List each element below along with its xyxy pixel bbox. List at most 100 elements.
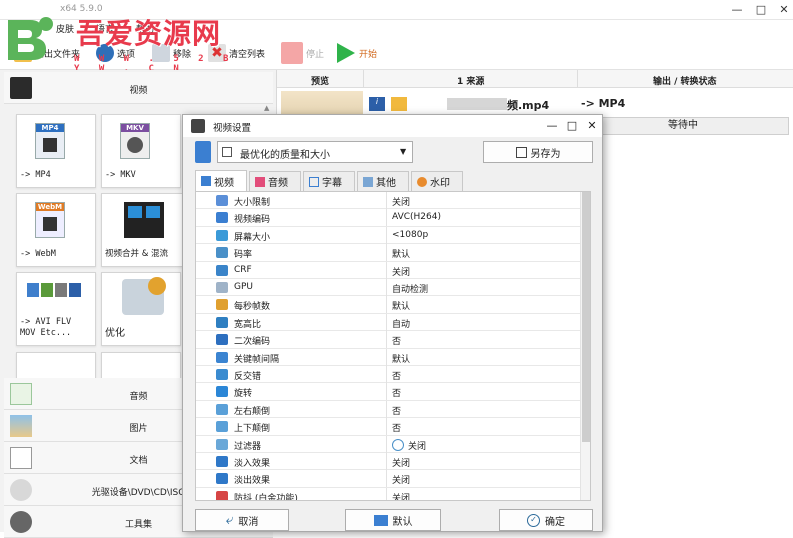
info-icon[interactable]: i xyxy=(369,97,385,111)
off-icon xyxy=(392,438,404,451)
default-label: 默认 xyxy=(392,516,413,528)
setting-row[interactable]: 左右颠倒 否 xyxy=(196,400,580,419)
tab-subtitle[interactable]: 字幕 xyxy=(303,171,355,191)
setting-row[interactable]: 屏幕大小 <1080p xyxy=(196,226,580,245)
dialog-close-button[interactable]: ✕ xyxy=(583,118,601,134)
menu-item-skin[interactable]: 皮肤 xyxy=(56,22,74,35)
setting-row[interactable]: 二次编码 否 xyxy=(196,331,580,349)
category-video[interactable]: 视频 xyxy=(4,72,273,104)
setting-row[interactable]: 视频编码 AVC(H264) xyxy=(196,209,580,227)
setting-value[interactable]: 默认 xyxy=(392,299,410,312)
setting-row[interactable]: 淡出效果 关闭 xyxy=(196,470,580,488)
setting-value[interactable]: 默认 xyxy=(392,352,410,365)
setting-key: 防抖 (白金功能) xyxy=(234,493,298,501)
setting-value[interactable]: 否 xyxy=(392,369,401,382)
tile-merge[interactable]: 视频合并 & 混流 xyxy=(101,193,183,267)
tile-mkv[interactable]: MKV -> MKV xyxy=(101,114,181,188)
ok-button[interactable]: ✓ 确定 xyxy=(499,509,593,531)
maximize-button[interactable]: □ xyxy=(750,2,772,18)
setting-value[interactable]: 关闭 xyxy=(392,265,410,278)
default-button[interactable]: 默认 xyxy=(345,509,441,531)
mp4-icon: MP4 xyxy=(35,123,65,159)
mkv-icon: MKV xyxy=(120,123,150,159)
setting-value[interactable]: 关闭 xyxy=(392,473,410,486)
menu-item-help[interactable]: 帮助 xyxy=(136,22,154,35)
webm-icon: WebM xyxy=(35,202,65,238)
setting-value[interactable]: 否 xyxy=(392,386,401,399)
cancel-button[interactable]: ⤶ 取消 xyxy=(195,509,289,531)
output-folder-button[interactable]: 输出文件夹 xyxy=(14,42,80,64)
setting-row[interactable]: 关键帧间隔 默认 xyxy=(196,348,580,366)
setting-value[interactable]: 关闭 xyxy=(392,491,410,500)
clear-list-button[interactable]: ✖ 清空列表 xyxy=(208,42,265,64)
tab-watermark[interactable]: 水印 xyxy=(411,171,463,191)
dialog-minimize-button[interactable]: — xyxy=(543,118,561,134)
stop-button[interactable]: 停止 xyxy=(281,42,324,64)
dialog-maximize-button[interactable]: □ xyxy=(563,118,581,134)
close-button[interactable]: ✕ xyxy=(773,2,793,18)
setting-value[interactable]: 自动 xyxy=(392,317,410,330)
setting-row[interactable]: 上下颠倒 否 xyxy=(196,418,580,436)
setting-value[interactable]: 否 xyxy=(392,404,401,417)
setting-row[interactable]: 大小限制 关闭 xyxy=(196,192,580,210)
preset-select[interactable]: 最优化的质量和大小 ▼ xyxy=(217,141,413,163)
file-source-name: 频.mp4 xyxy=(507,99,550,112)
setting-row[interactable]: 旋转 否 xyxy=(196,383,580,401)
setting-value[interactable]: 否 xyxy=(392,334,401,347)
status-text: 等待中 xyxy=(668,120,698,131)
setting-key: 大小限制 xyxy=(234,198,271,208)
setting-row[interactable]: 每秒帧数 默认 xyxy=(196,296,580,314)
scroll-up-icon[interactable]: ▲ xyxy=(264,104,269,112)
menu-bar: 任务 皮肤 语言 帮助 xyxy=(0,20,793,36)
video-settings-dialog: 视频设置 — □ ✕ 最优化的质量和大小 ▼ 另存为 视频 音频 字幕 其他 水… xyxy=(182,114,603,532)
tab-other[interactable]: 其他 xyxy=(357,171,409,191)
setting-row[interactable]: 防抖 (白金功能) 关闭 xyxy=(196,487,580,501)
setting-key: 宽高比 xyxy=(234,319,262,330)
tile-avi[interactable]: -> AVI FLV MOV Etc... xyxy=(16,272,96,346)
open-folder-icon[interactable] xyxy=(391,97,407,111)
setting-row[interactable]: 淡入效果 关闭 xyxy=(196,453,580,471)
tab-audio[interactable]: 音频 xyxy=(249,171,301,191)
tile-optimize[interactable]: 优化 xyxy=(101,272,181,346)
menu-item-task[interactable]: 任务 xyxy=(18,22,36,35)
options-button[interactable]: 选项 xyxy=(96,42,135,64)
tile-webm[interactable]: WebM -> WebM xyxy=(16,193,96,267)
save-icon xyxy=(515,146,527,158)
avi-icon xyxy=(27,283,85,303)
tile-partial-2[interactable] xyxy=(101,352,181,378)
setting-row[interactable]: CRF 关闭 xyxy=(196,261,580,279)
setting-value[interactable]: 关闭 xyxy=(392,195,410,208)
save-as-button[interactable]: 另存为 xyxy=(483,141,593,163)
scrollbar-thumb[interactable] xyxy=(582,192,590,442)
settings-scrollbar[interactable] xyxy=(580,192,590,500)
crf-icon xyxy=(216,264,228,276)
start-button[interactable]: 开始 xyxy=(334,42,377,64)
tile-partial-1[interactable] xyxy=(16,352,96,378)
tab-video[interactable]: 视频 xyxy=(195,170,247,191)
tile-mkv-label: -> MKV xyxy=(105,170,136,180)
tile-webm-label: -> WebM xyxy=(20,249,56,259)
dialog-title: 视频设置 xyxy=(213,123,252,134)
setting-row[interactable]: 反交错 否 xyxy=(196,366,580,384)
setting-row[interactable]: 过滤器 关闭 xyxy=(196,435,580,453)
setting-value[interactable]: 否 xyxy=(392,421,401,434)
setting-value[interactable]: AVC(H264) xyxy=(392,212,441,222)
setting-key: 反交错 xyxy=(234,372,262,382)
setting-value[interactable]: <1080p xyxy=(392,230,428,240)
setting-row[interactable]: GPU 自动检测 xyxy=(196,279,580,297)
setting-key: 屏幕大小 xyxy=(234,232,271,243)
toolbar: 输出文件夹 选项 移除 ✖ 清空列表 停止 开始 xyxy=(0,36,793,70)
setting-value[interactable]: 关闭 xyxy=(392,438,426,452)
setting-value[interactable]: 自动检测 xyxy=(392,282,428,295)
setting-value[interactable]: 默认 xyxy=(392,247,410,260)
menu-item-language[interactable]: 语言 xyxy=(96,22,114,35)
remove-button[interactable]: 移除 xyxy=(152,42,191,64)
setting-key: 每秒帧数 xyxy=(234,302,271,313)
setting-key: 淡出效果 xyxy=(234,476,271,487)
setting-row[interactable]: 码率 默认 xyxy=(196,244,580,262)
other-tab-icon xyxy=(363,176,373,187)
setting-row[interactable]: 宽高比 自动 xyxy=(196,313,580,332)
minimize-button[interactable]: — xyxy=(726,2,748,18)
tile-mp4[interactable]: MP4 -> MP4 xyxy=(16,114,96,188)
setting-value[interactable]: 关闭 xyxy=(392,456,410,469)
